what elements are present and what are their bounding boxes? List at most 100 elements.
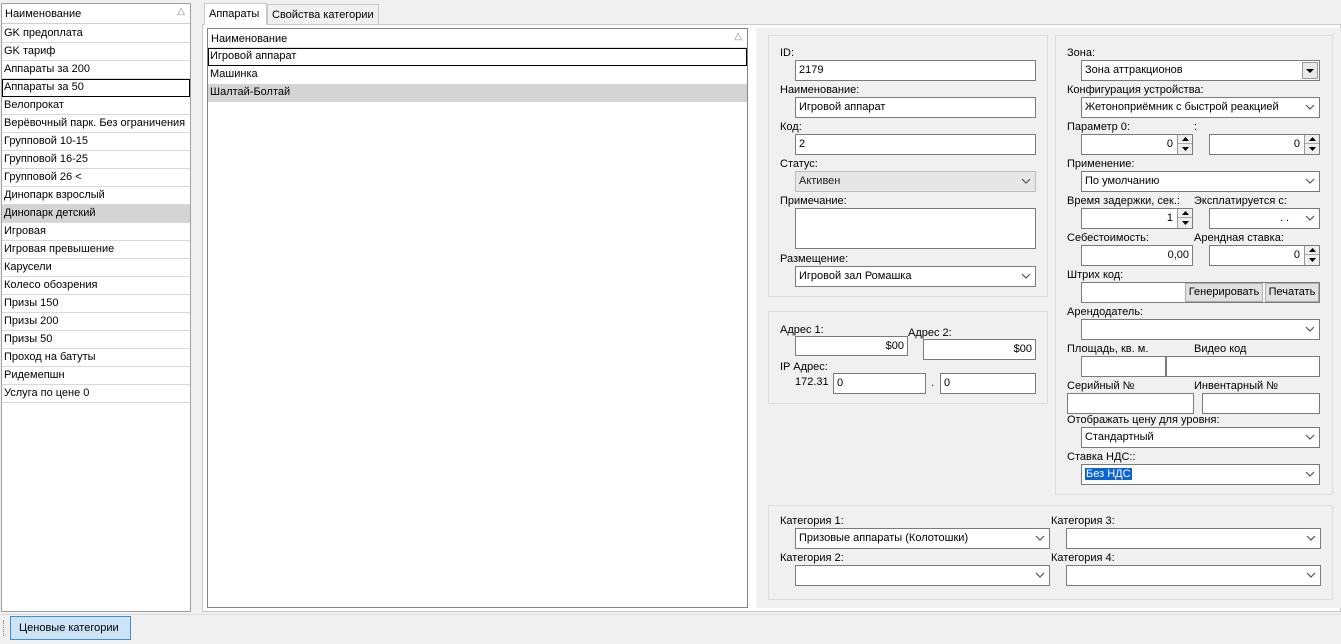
rent-label: Арендная ставка: xyxy=(1194,232,1284,244)
list-item[interactable]: Аппараты за 200 xyxy=(2,61,190,79)
zone-value: Зона аттракционов xyxy=(1085,64,1183,76)
list-item[interactable]: Колесо обозрения xyxy=(2,277,190,295)
list-item[interactable]: Групповой 26 < xyxy=(2,169,190,187)
note-label: Примечание: xyxy=(780,195,847,207)
list-item[interactable]: Проход на батуты xyxy=(2,349,190,367)
delay-field[interactable]: 1 xyxy=(1081,208,1193,229)
delay-spinner[interactable] xyxy=(1177,209,1192,228)
note-field[interactable] xyxy=(795,208,1036,249)
rent-field[interactable]: 0 xyxy=(1209,245,1320,266)
list-item[interactable]: Карусели xyxy=(2,259,190,277)
table-row[interactable]: Игровой аппарат xyxy=(208,48,747,66)
device-list-header[interactable]: Наименование △ xyxy=(208,29,747,48)
chevron-down-icon xyxy=(1306,532,1316,544)
name-field[interactable]: Игровой аппарат xyxy=(795,97,1036,118)
spin-up-icon[interactable] xyxy=(1178,135,1192,144)
list-item[interactable]: Игровая xyxy=(2,223,190,241)
id-field[interactable]: 2179 xyxy=(795,60,1036,81)
operated-date-picker[interactable]: . . xyxy=(1209,208,1320,229)
param-field-1[interactable]: 0 xyxy=(1081,134,1193,155)
cat1-select[interactable]: Призовые аппараты (Колотошки) xyxy=(795,528,1050,549)
list-item[interactable]: Услуга по цене 0 xyxy=(2,385,190,403)
cat4-label: Категория 4: xyxy=(1051,552,1115,564)
list-item[interactable]: Аппараты за 50 xyxy=(2,79,190,97)
list-item[interactable]: Призы 150 xyxy=(2,295,190,313)
list-item[interactable]: Динопарк взрослый xyxy=(2,187,190,205)
list-item[interactable]: Динопарк детский xyxy=(2,205,190,223)
param-2-spinner[interactable] xyxy=(1304,135,1319,154)
chevron-down-icon xyxy=(1302,62,1318,79)
device-list-header-label: Наименование xyxy=(211,33,288,45)
spin-up-icon[interactable] xyxy=(1305,135,1319,144)
chevron-down-icon xyxy=(1305,323,1315,335)
table-row[interactable]: Шалтай-Болтай xyxy=(208,84,747,102)
list-item[interactable]: Велопрокат xyxy=(2,97,190,115)
param-value-1: 0 xyxy=(1166,138,1173,150)
tab-devices[interactable]: Аппараты xyxy=(204,3,267,25)
name-label: Наименование: xyxy=(780,84,860,96)
config-select[interactable]: Жетоноприёмник с быстрой реакцией xyxy=(1081,97,1320,118)
list-item[interactable]: GK предоплата xyxy=(2,25,190,43)
landlord-select[interactable] xyxy=(1081,319,1320,340)
addr1-field[interactable]: $00 xyxy=(795,336,908,356)
param-1-spinner[interactable] xyxy=(1177,135,1192,154)
price-category-list[interactable]: Наименование △ GK предоплата GK тариф Аппа… xyxy=(1,3,191,612)
placement-select[interactable]: Игровой зал Ромашка xyxy=(795,266,1036,287)
spin-up-icon[interactable] xyxy=(1178,209,1192,218)
ip-prefix: 172.31 xyxy=(795,376,829,388)
list-item[interactable]: Групповой 10-15 xyxy=(2,133,190,151)
placement-value: Игровой зал Ромашка xyxy=(799,270,912,282)
list-item[interactable]: Игровая превышение xyxy=(2,241,190,259)
ip-part2-field[interactable]: 0 xyxy=(940,373,1036,394)
video-code-field[interactable] xyxy=(1166,356,1320,377)
left-list-header[interactable]: Наименование △ xyxy=(2,4,190,24)
cat4-select[interactable] xyxy=(1066,565,1321,586)
chevron-down-icon xyxy=(1305,431,1315,443)
table-row[interactable]: Машинка xyxy=(208,66,747,84)
inventory-label: Инвентарный № xyxy=(1194,380,1279,392)
param-field-2[interactable]: 0 xyxy=(1209,134,1320,155)
cat1-label: Категория 1: xyxy=(780,515,844,527)
usage-label: Применение: xyxy=(1067,158,1135,170)
spin-down-icon[interactable] xyxy=(1305,144,1319,153)
id-label: ID: xyxy=(780,47,795,59)
chevron-down-icon xyxy=(1305,468,1315,480)
list-item[interactable]: Ридемепшн xyxy=(2,367,190,385)
spin-down-icon[interactable] xyxy=(1178,144,1192,153)
cost-field[interactable]: 0,00 xyxy=(1081,245,1193,266)
chevron-down-icon xyxy=(1035,532,1045,544)
list-item[interactable]: Групповой 16-25 xyxy=(2,151,190,169)
price-level-select[interactable]: Стандартный xyxy=(1081,427,1320,448)
usage-select[interactable]: По умолчанию xyxy=(1081,171,1320,192)
area-field[interactable] xyxy=(1081,356,1166,377)
print-barcode-button[interactable]: Печатать xyxy=(1265,283,1319,302)
rent-spinner[interactable] xyxy=(1304,246,1319,265)
spin-down-icon[interactable] xyxy=(1305,255,1319,264)
list-item[interactable]: Верёвочный парк. Без ограничения xyxy=(2,115,190,133)
toolbar-grip[interactable] xyxy=(3,620,5,636)
tab-category-properties[interactable]: Свойства категории xyxy=(267,4,379,25)
price-categories-button[interactable]: Ценовые категории xyxy=(10,616,131,640)
serial-field[interactable] xyxy=(1067,393,1194,414)
ip-part1-field[interactable]: 0 xyxy=(833,373,926,394)
device-list[interactable]: Наименование △ Игровой аппарат Машинка Шал… xyxy=(207,28,748,608)
spin-down-icon[interactable] xyxy=(1178,218,1192,227)
spin-up-icon[interactable] xyxy=(1305,246,1319,255)
addr2-field[interactable]: $00 xyxy=(923,339,1036,360)
vat-select[interactable]: Без НДС xyxy=(1081,464,1320,485)
zone-select[interactable]: Зона аттракционов xyxy=(1081,60,1320,81)
code-field[interactable]: 2 xyxy=(795,134,1036,155)
generate-barcode-button[interactable]: Генерировать xyxy=(1185,283,1263,302)
chevron-down-icon xyxy=(1021,175,1031,187)
cat3-select[interactable] xyxy=(1066,528,1321,549)
inventory-field[interactable] xyxy=(1202,393,1320,414)
cat2-select[interactable] xyxy=(795,565,1050,586)
status-select[interactable]: Активен xyxy=(795,171,1036,192)
status-label: Статус: xyxy=(780,158,818,170)
list-item[interactable]: GK тариф xyxy=(2,43,190,61)
list-item[interactable]: Призы 200 xyxy=(2,313,190,331)
list-item[interactable]: Призы 50 xyxy=(2,331,190,349)
tab-devices-label: Аппараты xyxy=(209,8,260,20)
chevron-down-icon xyxy=(1305,212,1315,224)
cat1-value: Призовые аппараты (Колотошки) xyxy=(799,532,969,544)
